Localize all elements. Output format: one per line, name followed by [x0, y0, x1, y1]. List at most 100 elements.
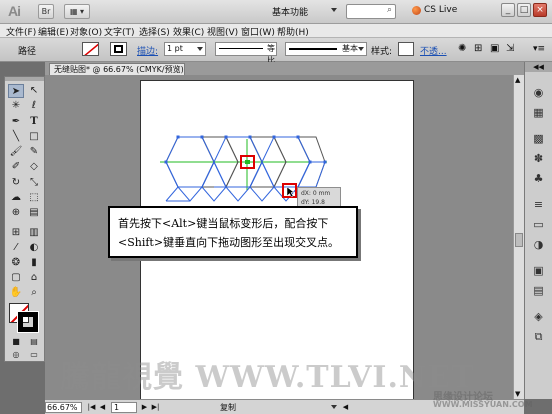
scroll-left-icon[interactable]: ◀ [341, 402, 350, 413]
workspace-switcher[interactable]: 基本功能 [272, 5, 308, 18]
gradient-tool-icon[interactable]: ▥ [26, 226, 42, 240]
stroke-swatch[interactable] [110, 42, 127, 56]
warp-tool-icon[interactable]: ☁ [8, 191, 24, 205]
tools-panel-grip[interactable] [5, 77, 44, 81]
scroll-up-icon[interactable]: ▲ [515, 76, 520, 84]
brush-definition-dropdown[interactable]: 基本 [285, 42, 367, 56]
line-tool-icon[interactable]: ╲ [8, 130, 24, 144]
center-point-marker [245, 160, 250, 164]
eyedropper-tool-icon[interactable]: ⁄ [8, 241, 24, 255]
instruction-callout: 首先按下<Alt>键当鼠标变形后，配合按下 <Shift>键垂直向下拖动图形至出… [108, 206, 358, 258]
rectangle-tool-icon[interactable]: □ [26, 130, 42, 144]
pen-tool-icon[interactable]: ✒ [8, 115, 24, 129]
stroke-panel-link[interactable]: 描边: [137, 44, 158, 57]
document-tab[interactable]: 无缝贴图* @ 66.67% (CMYK/预览) × [49, 63, 185, 75]
vertical-scroll-thumb[interactable] [515, 233, 523, 247]
rotate-tool-icon[interactable]: ↻ [8, 176, 24, 190]
align-icon[interactable]: ⊞ [474, 43, 482, 54]
graphic-style-swatch[interactable] [398, 42, 414, 56]
color-panel-icon[interactable]: ◉ [531, 86, 546, 100]
isolate-selected-icon[interactable]: ▣ [490, 43, 499, 54]
layers-panel-icon[interactable]: ◈ [531, 310, 546, 324]
minimize-button[interactable]: _ [501, 3, 515, 17]
chevron-down-icon [331, 8, 337, 12]
transparency-panel-icon[interactable]: ◑ [531, 238, 546, 252]
column-graph-tool-icon[interactable]: ▮ [26, 256, 42, 270]
menu-object[interactable]: 对象(O) [70, 25, 102, 38]
slice-tool-icon[interactable]: ⌂ [26, 271, 42, 285]
shape-builder-tool-icon[interactable]: ⊕ [8, 206, 24, 220]
first-artboard-icon[interactable]: |◀ [87, 402, 96, 413]
brushes-panel-icon[interactable]: ✽ [531, 152, 546, 166]
hand-tool-icon[interactable]: ✋ [8, 286, 24, 300]
type-tool-icon[interactable]: T [26, 115, 42, 129]
zoom-tool-icon[interactable]: ⌕ [26, 286, 42, 300]
blob-brush-tool-icon[interactable]: ✐ [8, 160, 24, 174]
artboard-number-field[interactable]: 1 [111, 402, 137, 413]
gradient-mode-icon[interactable]: ▤ [26, 335, 42, 349]
callout-line-2: <Shift>键垂直向下拖动图形至出现交叉点。 [118, 236, 340, 249]
stroke-weight-field[interactable]: 1 pt [164, 42, 206, 56]
close-tab-icon[interactable]: × [174, 64, 181, 75]
close-button[interactable]: × [533, 3, 547, 17]
pencil-tool-icon[interactable]: ✎ [26, 145, 42, 159]
menu-file[interactable]: 文件(F) [6, 25, 36, 38]
restore-button[interactable]: □ [517, 3, 531, 17]
menu-view[interactable]: 视图(V) [207, 25, 238, 38]
recolor-artwork-icon[interactable]: ✺ [458, 43, 466, 54]
gradient-panel-icon[interactable]: ▭ [531, 218, 546, 232]
blend-tool-icon[interactable]: ◐ [26, 241, 42, 255]
draw-mode-icon[interactable]: ◎ [8, 348, 24, 362]
collapse-panels-icon[interactable]: ◀◀ [525, 62, 552, 72]
profile-line-icon [219, 48, 263, 49]
color-guide-panel-icon[interactable]: ▦ [531, 106, 546, 120]
transform-icon[interactable]: ⇲ [506, 43, 514, 54]
appearance-panel-icon[interactable]: ▣ [531, 264, 546, 278]
free-transform-tool-icon[interactable]: ⬚ [26, 191, 42, 205]
menu-window[interactable]: 窗口(W) [241, 25, 275, 38]
paintbrush-tool-icon[interactable]: 🖌 [8, 145, 24, 159]
menu-effect[interactable]: 效果(C) [173, 25, 204, 38]
color-mode-icon[interactable]: ■ [8, 335, 24, 349]
menu-select[interactable]: 选择(S) [139, 25, 170, 38]
next-artboard-icon[interactable]: ▶ [140, 402, 149, 413]
menu-type[interactable]: 文字(T) [104, 25, 135, 38]
tools-panel: ➤ ↖ ✳ ℓ ✒ T ╲ □ 🖌 ✎ ✐ ◇ ↻ ⤡ ☁ ⬚ ⊕ ▤ ⊞ ▥ … [4, 76, 45, 362]
bridge-button[interactable]: Br [38, 4, 54, 19]
cs-live-button[interactable]: CS Live [412, 5, 457, 15]
screen-mode-icon[interactable]: ▭ [26, 348, 42, 362]
direct-selection-tool-icon[interactable]: ↖ [26, 84, 42, 98]
arrange-documents-button[interactable]: ▦ ▾ [64, 4, 90, 19]
symbol-sprayer-tool-icon[interactable]: ❂ [8, 256, 24, 270]
lasso-tool-icon[interactable]: ℓ [26, 99, 42, 113]
fill-stroke-widget[interactable] [9, 303, 39, 333]
stroke-color-box[interactable] [17, 311, 39, 333]
stroke-panel-icon[interactable]: ≡ [531, 198, 546, 212]
graphic-styles-panel-icon[interactable]: ▤ [531, 284, 546, 298]
symbols-panel-icon[interactable]: ♣ [531, 172, 546, 186]
zoom-level-value: 66.67% [47, 403, 78, 412]
illustrator-logo: Ai [8, 3, 21, 19]
variable-width-profile-dropdown[interactable]: 等比 [215, 42, 277, 65]
last-artboard-icon[interactable]: ▶| [151, 402, 160, 413]
menu-help[interactable]: 帮助(H) [277, 25, 309, 38]
scale-tool-icon[interactable]: ⤡ [26, 176, 42, 190]
help-search-input[interactable]: ⌕ [346, 4, 396, 19]
perspective-grid-tool-icon[interactable]: ▤ [26, 206, 42, 220]
selection-tool-icon[interactable]: ➤ [8, 84, 24, 98]
magic-wand-tool-icon[interactable]: ✳ [8, 99, 24, 113]
artboard-tool-icon[interactable]: ▢ [8, 271, 24, 285]
opacity-panel-link[interactable]: 不透... [420, 44, 447, 57]
fill-swatch[interactable] [82, 42, 99, 56]
eraser-tool-icon[interactable]: ◇ [26, 160, 42, 174]
menu-edit[interactable]: 编辑(E) [38, 25, 69, 38]
artboards-panel-icon[interactable]: ⧉ [531, 330, 546, 344]
mesh-tool-icon[interactable]: ⊞ [8, 226, 24, 240]
panel-menu-icon[interactable]: ▾≡ [533, 44, 545, 54]
vertical-scrollbar[interactable]: ▲ ▼ [513, 75, 524, 399]
scroll-down-icon[interactable]: ▼ [515, 390, 520, 398]
previous-artboard-icon[interactable]: ◀ [98, 402, 107, 413]
zoom-level-field[interactable]: 66.67% [45, 402, 82, 413]
swatches-panel-icon[interactable]: ▩ [531, 132, 546, 146]
status-menu-icon[interactable] [331, 405, 337, 409]
